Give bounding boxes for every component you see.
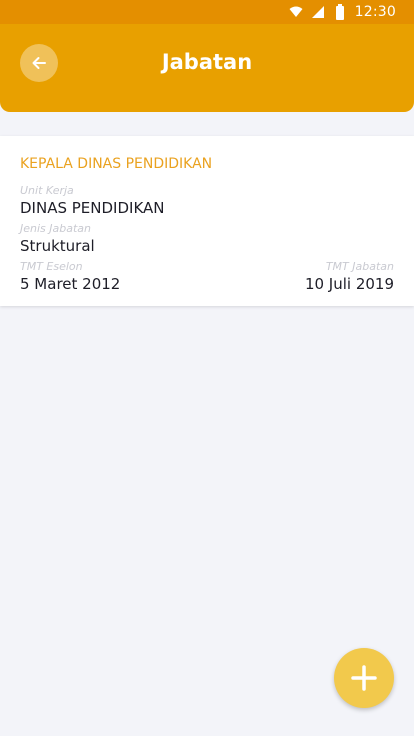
jenis-jabatan-label: Jenis Jabatan [20,222,92,235]
jenis-jabatan-value: Struktural [20,237,95,255]
jabatan-title: KEPALA DINAS PENDIDIKAN [20,156,213,172]
signal-icon [311,5,325,19]
tmt-jabatan-value: 10 Juli 2019 [304,275,394,293]
add-button[interactable] [334,648,394,708]
tmt-eselon-value: 5 Maret 2012 [20,275,121,293]
page-title: Jabatan [161,50,253,74]
wifi-icon [289,5,303,19]
plus-icon [350,664,378,692]
tmt-eselon-label: TMT Eselon [20,260,83,273]
unit-kerja-label: Unit Kerja [20,184,74,197]
status-bar: 12:30 [0,0,414,24]
battery-icon [333,4,347,20]
status-icons: 12:30 [289,2,396,22]
unit-kerja-value: DINAS PENDIDIKAN [20,199,165,217]
tmt-jabatan-label: TMT Jabatan [325,260,394,273]
jabatan-card[interactable]: KEPALA DINAS PENDIDIKAN Unit Kerja DINAS… [0,136,414,306]
app-bar: Jabatan [0,24,414,112]
status-time: 12:30 [354,4,396,20]
